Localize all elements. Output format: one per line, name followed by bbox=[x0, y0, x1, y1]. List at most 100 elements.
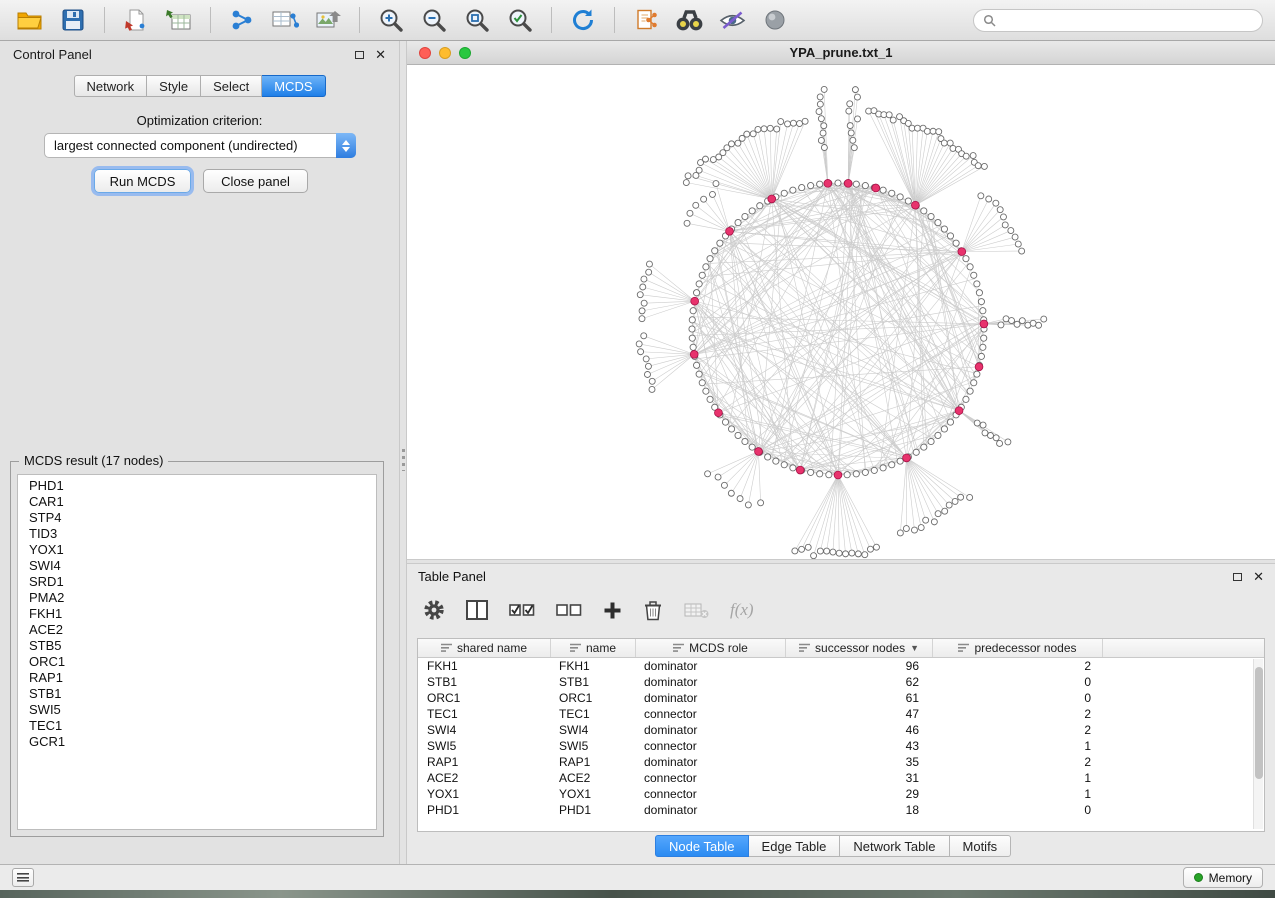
close-table-panel-button[interactable]: ✕ bbox=[1253, 570, 1264, 583]
tab-style[interactable]: Style bbox=[147, 75, 201, 97]
copy-share-button[interactable] bbox=[628, 4, 664, 36]
column-header-successor-nodes[interactable]: successor nodes ▼ bbox=[786, 639, 933, 657]
node-table: shared name name MCDS role successor nod… bbox=[417, 638, 1265, 832]
mcds-result-item[interactable]: STP4 bbox=[18, 510, 376, 526]
add-row-button[interactable] bbox=[603, 601, 622, 620]
zoom-in-button[interactable] bbox=[373, 4, 409, 36]
mcds-result-item[interactable]: GCR1 bbox=[18, 734, 376, 750]
network-window-titlebar[interactable]: YPA_prune.txt_1 bbox=[407, 41, 1275, 65]
save-session-button[interactable] bbox=[55, 4, 91, 36]
table-cell: 47 bbox=[786, 706, 933, 722]
delete-row-button[interactable] bbox=[643, 599, 663, 621]
sort-icon bbox=[958, 643, 969, 653]
table-row[interactable]: STB1STB1dominator620 bbox=[418, 674, 1264, 690]
tab-network-table[interactable]: Network Table bbox=[840, 835, 949, 857]
mcds-result-item[interactable]: TEC1 bbox=[18, 718, 376, 734]
table-row[interactable]: YOX1YOX1connector291 bbox=[418, 786, 1264, 802]
delete-column-icon bbox=[684, 601, 709, 619]
status-menu-button[interactable] bbox=[12, 868, 34, 887]
mcds-result-item[interactable]: PMA2 bbox=[18, 590, 376, 606]
vertical-splitter[interactable] bbox=[399, 41, 407, 864]
sort-descending-icon: ▼ bbox=[910, 643, 919, 653]
tab-mcds[interactable]: MCDS bbox=[262, 75, 325, 97]
tab-select[interactable]: Select bbox=[201, 75, 262, 97]
table-cell: 0 bbox=[933, 802, 1103, 818]
show-columns-button[interactable] bbox=[466, 600, 488, 620]
network-table-button[interactable] bbox=[267, 4, 303, 36]
mcds-result-item[interactable]: FKH1 bbox=[18, 606, 376, 622]
table-row[interactable]: SWI5SWI5connector431 bbox=[418, 738, 1264, 754]
table-cell: dominator bbox=[636, 754, 786, 770]
memory-button[interactable]: Memory bbox=[1183, 867, 1263, 888]
toolbar-separator bbox=[614, 7, 615, 33]
mcds-result-item[interactable]: STB1 bbox=[18, 686, 376, 702]
table-cell: 0 bbox=[933, 690, 1103, 706]
status-bar: Memory bbox=[0, 864, 1275, 890]
select-all-button[interactable] bbox=[509, 601, 535, 619]
column-header-mcds-role[interactable]: MCDS role bbox=[636, 639, 786, 657]
apply-function-button[interactable]: f(x) bbox=[730, 600, 754, 620]
table-cell: SWI5 bbox=[418, 738, 551, 754]
new-network-button[interactable] bbox=[224, 4, 260, 36]
close-panel-button[interactable]: ✕ bbox=[375, 48, 386, 61]
mcds-result-item[interactable]: SWI5 bbox=[18, 702, 376, 718]
zoom-out-button[interactable] bbox=[416, 4, 452, 36]
mcds-result-item[interactable]: TID3 bbox=[18, 526, 376, 542]
float-panel-button[interactable] bbox=[355, 47, 364, 62]
table-cell: PHD1 bbox=[551, 802, 636, 818]
mcds-result-item[interactable]: ACE2 bbox=[18, 622, 376, 638]
mcds-result-item[interactable]: PHD1 bbox=[18, 478, 376, 494]
zoom-out-icon bbox=[421, 7, 447, 33]
float-table-panel-button[interactable] bbox=[1233, 569, 1242, 584]
table-row[interactable]: RAP1RAP1dominator352 bbox=[418, 754, 1264, 770]
table-settings-button[interactable] bbox=[423, 599, 445, 621]
delete-column-button[interactable] bbox=[684, 601, 709, 619]
table-toolbar: f(x) bbox=[423, 591, 754, 629]
import-table-button[interactable] bbox=[161, 4, 197, 36]
mcds-result-item[interactable]: STB5 bbox=[18, 638, 376, 654]
table-row[interactable]: FKH1FKH1dominator962 bbox=[418, 658, 1264, 674]
table-row[interactable]: ORC1ORC1dominator610 bbox=[418, 690, 1264, 706]
column-header-shared-name[interactable]: shared name bbox=[418, 639, 551, 657]
search-input[interactable] bbox=[1002, 13, 1253, 27]
table-panel-titlebar: Table Panel ✕ bbox=[407, 564, 1275, 589]
criterion-select[interactable]: largest connected component (undirected) bbox=[44, 133, 356, 158]
open-session-button[interactable] bbox=[12, 4, 48, 36]
table-row[interactable]: TEC1TEC1connector472 bbox=[418, 706, 1264, 722]
mcds-result-item[interactable]: SWI4 bbox=[18, 558, 376, 574]
table-cell: PHD1 bbox=[418, 802, 551, 818]
find-button[interactable] bbox=[671, 4, 707, 36]
table-row[interactable]: ACE2ACE2connector311 bbox=[418, 770, 1264, 786]
mcds-result-item[interactable]: ORC1 bbox=[18, 654, 376, 670]
hide-button[interactable] bbox=[714, 4, 750, 36]
mcds-result-item[interactable]: CAR1 bbox=[18, 494, 376, 510]
table-scrollbar[interactable] bbox=[1253, 659, 1263, 829]
tab-node-table[interactable]: Node Table bbox=[655, 835, 749, 857]
table-row[interactable]: SWI4SWI4dominator462 bbox=[418, 722, 1264, 738]
import-network-button[interactable] bbox=[118, 4, 154, 36]
mcds-result-item[interactable]: YOX1 bbox=[18, 542, 376, 558]
search-box[interactable] bbox=[973, 9, 1263, 32]
tab-motifs[interactable]: Motifs bbox=[950, 835, 1012, 857]
refresh-button[interactable] bbox=[565, 4, 601, 36]
table-cell: 1 bbox=[933, 770, 1103, 786]
scrollbar-thumb[interactable] bbox=[1255, 667, 1263, 779]
network-canvas[interactable] bbox=[407, 65, 1275, 559]
tab-edge-table[interactable]: Edge Table bbox=[749, 835, 841, 857]
export-image-button[interactable] bbox=[310, 4, 346, 36]
zoom-selected-button[interactable] bbox=[502, 4, 538, 36]
tab-network[interactable]: Network bbox=[73, 75, 147, 97]
column-header-predecessor-nodes[interactable]: predecessor nodes bbox=[933, 639, 1103, 657]
table-cell: dominator bbox=[636, 674, 786, 690]
column-header-name[interactable]: name bbox=[551, 639, 636, 657]
show-button[interactable] bbox=[757, 4, 793, 36]
sort-icon bbox=[570, 643, 581, 653]
mcds-result-list[interactable]: PHD1CAR1STP4TID3YOX1SWI4SRD1PMA2FKH1ACE2… bbox=[17, 474, 377, 830]
deselect-all-button[interactable] bbox=[556, 601, 582, 619]
close-panel-button[interactable]: Close panel bbox=[203, 169, 308, 193]
table-row[interactable]: PHD1PHD1dominator180 bbox=[418, 802, 1264, 818]
mcds-result-item[interactable]: RAP1 bbox=[18, 670, 376, 686]
run-mcds-button[interactable]: Run MCDS bbox=[94, 169, 191, 193]
mcds-result-item[interactable]: SRD1 bbox=[18, 574, 376, 590]
zoom-fit-button[interactable] bbox=[459, 4, 495, 36]
